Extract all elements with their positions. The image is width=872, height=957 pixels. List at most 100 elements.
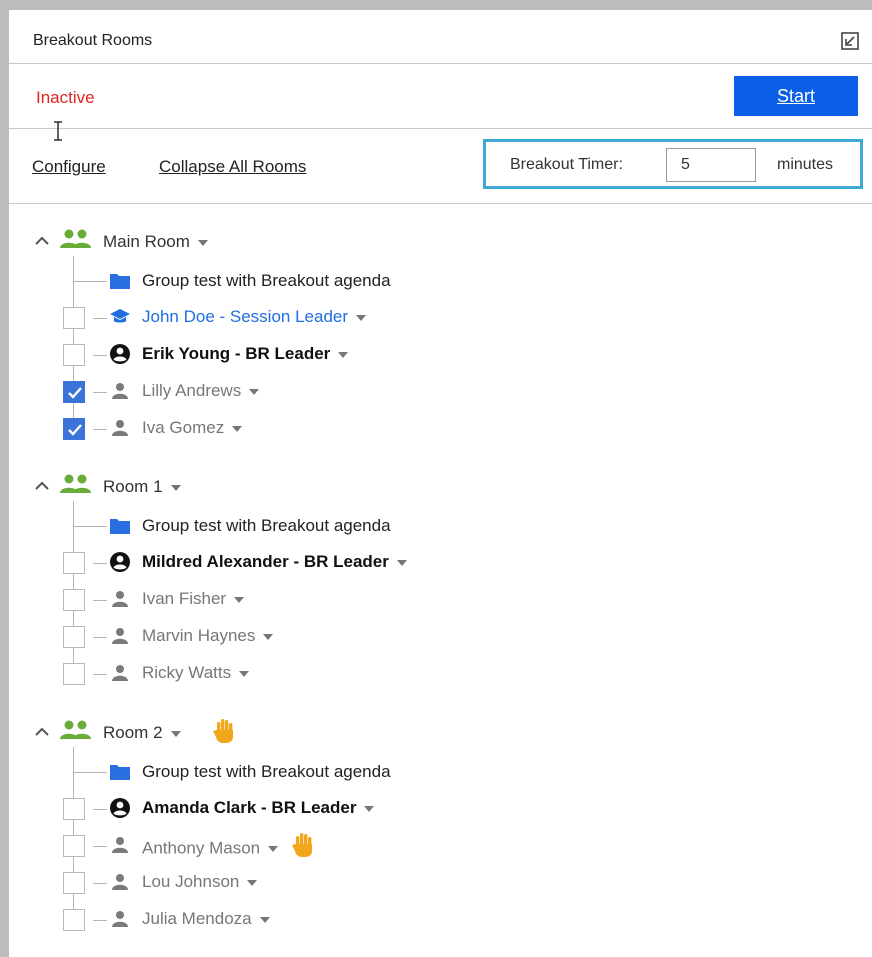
participant-checkbox[interactable]: [63, 798, 85, 820]
participant-checkbox[interactable]: [63, 307, 85, 329]
participant-name-text: Amanda Clark - BR Leader: [142, 798, 357, 817]
room-header: Room 2: [33, 719, 453, 747]
participant-checkbox[interactable]: [63, 872, 85, 894]
chevron-up-icon[interactable]: [33, 723, 51, 741]
tree-connector: [93, 600, 107, 601]
participant-name-text: Ivan Fisher: [142, 589, 227, 608]
participant-checkbox[interactable]: [63, 418, 85, 440]
participant-name-text: Marvin Haynes: [142, 626, 256, 645]
participant-name-text: Erik Young - BR Leader: [142, 344, 331, 363]
participant-checkbox[interactable]: [63, 589, 85, 611]
dropdown-caret-icon[interactable]: [263, 633, 274, 640]
person-icon: [109, 908, 131, 930]
person-icon: [109, 625, 131, 647]
dropdown-caret-icon[interactable]: [234, 596, 245, 603]
participant-checkbox[interactable]: [63, 663, 85, 685]
tree-connector: [93, 429, 107, 430]
participant-name-text: Ricky Watts: [142, 663, 232, 682]
tree-connector: [93, 920, 107, 921]
room-name[interactable]: Main Room: [103, 232, 208, 252]
tree-connector: [93, 674, 107, 675]
room-header: Room 1: [33, 474, 453, 501]
person-icon: [109, 588, 131, 610]
dropdown-caret-icon[interactable]: [364, 805, 375, 812]
status-label: Inactive: [36, 88, 95, 107]
dropdown-caret-icon[interactable]: [232, 425, 243, 432]
participant-checkbox[interactable]: [63, 626, 85, 648]
panel-header: Breakout Rooms: [9, 10, 872, 64]
window-frame-left: [0, 0, 9, 957]
dropdown-caret-icon[interactable]: [247, 879, 258, 886]
raised-hand-icon: [292, 831, 316, 859]
account-circle-icon: [109, 551, 131, 573]
popout-icon[interactable]: [841, 32, 859, 50]
participant-name: Lou Johnson: [142, 872, 258, 892]
participant-name: Mildred Alexander - BR Leader: [142, 552, 407, 572]
chevron-up-icon[interactable]: [33, 477, 51, 495]
folder-icon: [109, 270, 131, 292]
dropdown-caret-icon[interactable]: [197, 239, 208, 246]
participant-name: Lilly Andrews: [142, 381, 260, 401]
dropdown-caret-icon[interactable]: [239, 670, 250, 677]
participant-checkbox[interactable]: [63, 909, 85, 931]
dropdown-caret-icon[interactable]: [268, 846, 279, 852]
person-icon: [109, 871, 131, 893]
room-name-text: Main Room: [103, 232, 190, 251]
tree-connector: [93, 809, 107, 810]
participant-name-text: Lilly Andrews: [142, 381, 242, 400]
tree-connector: [93, 563, 107, 564]
tree-connector: [73, 526, 107, 527]
person-icon: [109, 662, 131, 684]
chevron-up-icon[interactable]: [33, 232, 51, 250]
participant-name: Julia Mendoza: [142, 909, 270, 929]
start-button[interactable]: Start: [734, 76, 858, 116]
participant-name: Anthony Mason: [142, 833, 316, 863]
configure-link[interactable]: Configure: [32, 157, 106, 177]
participant-name: Ivan Fisher: [142, 589, 245, 609]
room-name[interactable]: Room 1: [103, 477, 181, 497]
dropdown-caret-icon[interactable]: [170, 484, 181, 491]
room-name[interactable]: Room 2: [103, 723, 181, 743]
collapse-all-rooms-link[interactable]: Collapse All Rooms: [159, 157, 306, 177]
agenda-label: Group test with Breakout agenda: [142, 762, 391, 781]
person-icon: [109, 380, 131, 402]
tree-connector: [93, 846, 107, 847]
dropdown-caret-icon[interactable]: [338, 351, 349, 358]
participant-name-text: John Doe - Session Leader: [142, 307, 349, 326]
participant-checkbox[interactable]: [63, 552, 85, 574]
agenda-label: Group test with Breakout agenda: [142, 271, 391, 290]
participant-name: Erik Young - BR Leader: [142, 344, 349, 364]
participant-name-text: Mildred Alexander - BR Leader: [142, 552, 389, 571]
tree-connector: [93, 392, 107, 393]
participant-name: Iva Gomez: [142, 418, 243, 438]
dropdown-caret-icon[interactable]: [396, 559, 407, 566]
dropdown-caret-icon[interactable]: [249, 388, 260, 395]
participant-name: Amanda Clark - BR Leader: [142, 798, 375, 818]
participant-name-text: Iva Gomez: [142, 418, 225, 437]
participant-name: Marvin Haynes: [142, 626, 274, 646]
folder-icon: [109, 515, 131, 537]
tree-connector: [73, 772, 107, 773]
timer-label: Breakout Timer:: [510, 156, 623, 173]
room-name-text: Room 2: [103, 723, 163, 742]
participant-checkbox[interactable]: [63, 835, 85, 857]
dropdown-caret-icon[interactable]: [356, 314, 367, 321]
timer-input[interactable]: [666, 148, 756, 182]
group-icon: [59, 228, 93, 252]
tree-connector: [93, 883, 107, 884]
account-circle-icon: [109, 343, 131, 365]
dropdown-caret-icon[interactable]: [170, 730, 181, 737]
status-row: Inactive Start: [9, 64, 872, 129]
account-circle-icon: [109, 797, 131, 819]
folder-icon: [109, 761, 131, 783]
person-icon: [109, 417, 131, 439]
group-icon: [59, 719, 93, 743]
participant-name: Ricky Watts: [142, 663, 250, 683]
tree-connector: [93, 318, 107, 319]
participant-checkbox[interactable]: [63, 381, 85, 403]
tree-connector: [73, 281, 107, 282]
timer-unit-label: minutes: [777, 156, 834, 173]
dropdown-caret-icon[interactable]: [259, 916, 270, 923]
participant-checkbox[interactable]: [63, 344, 85, 366]
tree-connector: [93, 355, 107, 356]
